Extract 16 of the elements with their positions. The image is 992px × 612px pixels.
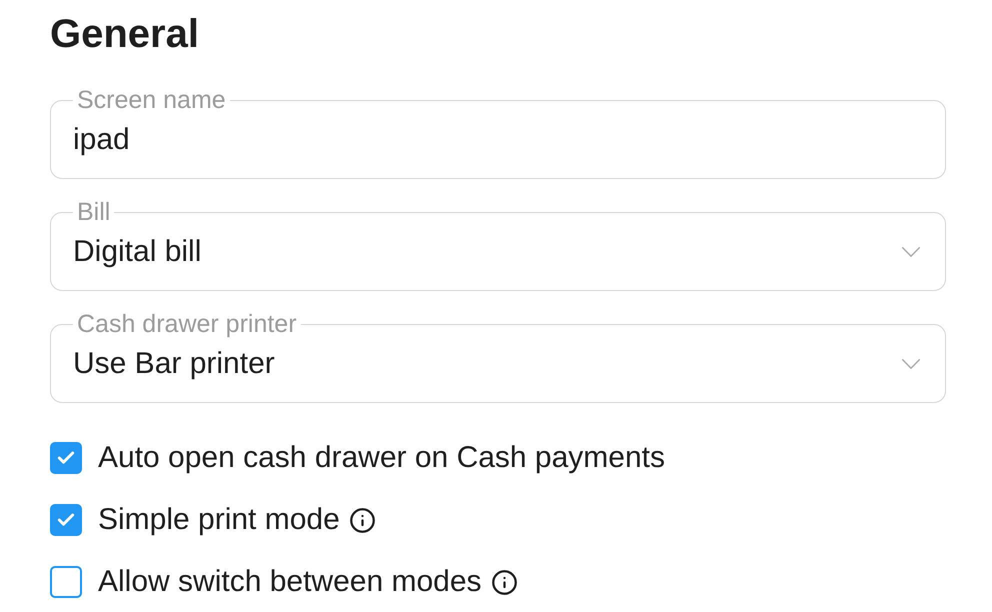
checkbox[interactable]: [50, 504, 82, 536]
checkbox-label: Simple print mode: [98, 504, 340, 536]
select-field[interactable]: Bill Digital bill: [50, 199, 946, 291]
checkbox[interactable]: [50, 442, 82, 474]
field-label: Cash drawer printer: [76, 311, 298, 337]
checkbox-label: Auto open cash drawer on Cash payments: [98, 442, 665, 474]
chevron-down-icon: [902, 247, 920, 257]
field-label: Screen name: [76, 87, 227, 113]
field-label: Bill: [76, 199, 112, 225]
info-icon[interactable]: [348, 506, 376, 534]
select-field[interactable]: Cash drawer printer Use Bar printer: [50, 311, 946, 403]
checkbox-label: Allow switch between modes: [98, 566, 482, 598]
info-icon[interactable]: [490, 568, 518, 596]
section-heading: General: [50, 11, 200, 58]
checkbox[interactable]: [50, 566, 82, 598]
chevron-down-icon: [902, 359, 920, 369]
